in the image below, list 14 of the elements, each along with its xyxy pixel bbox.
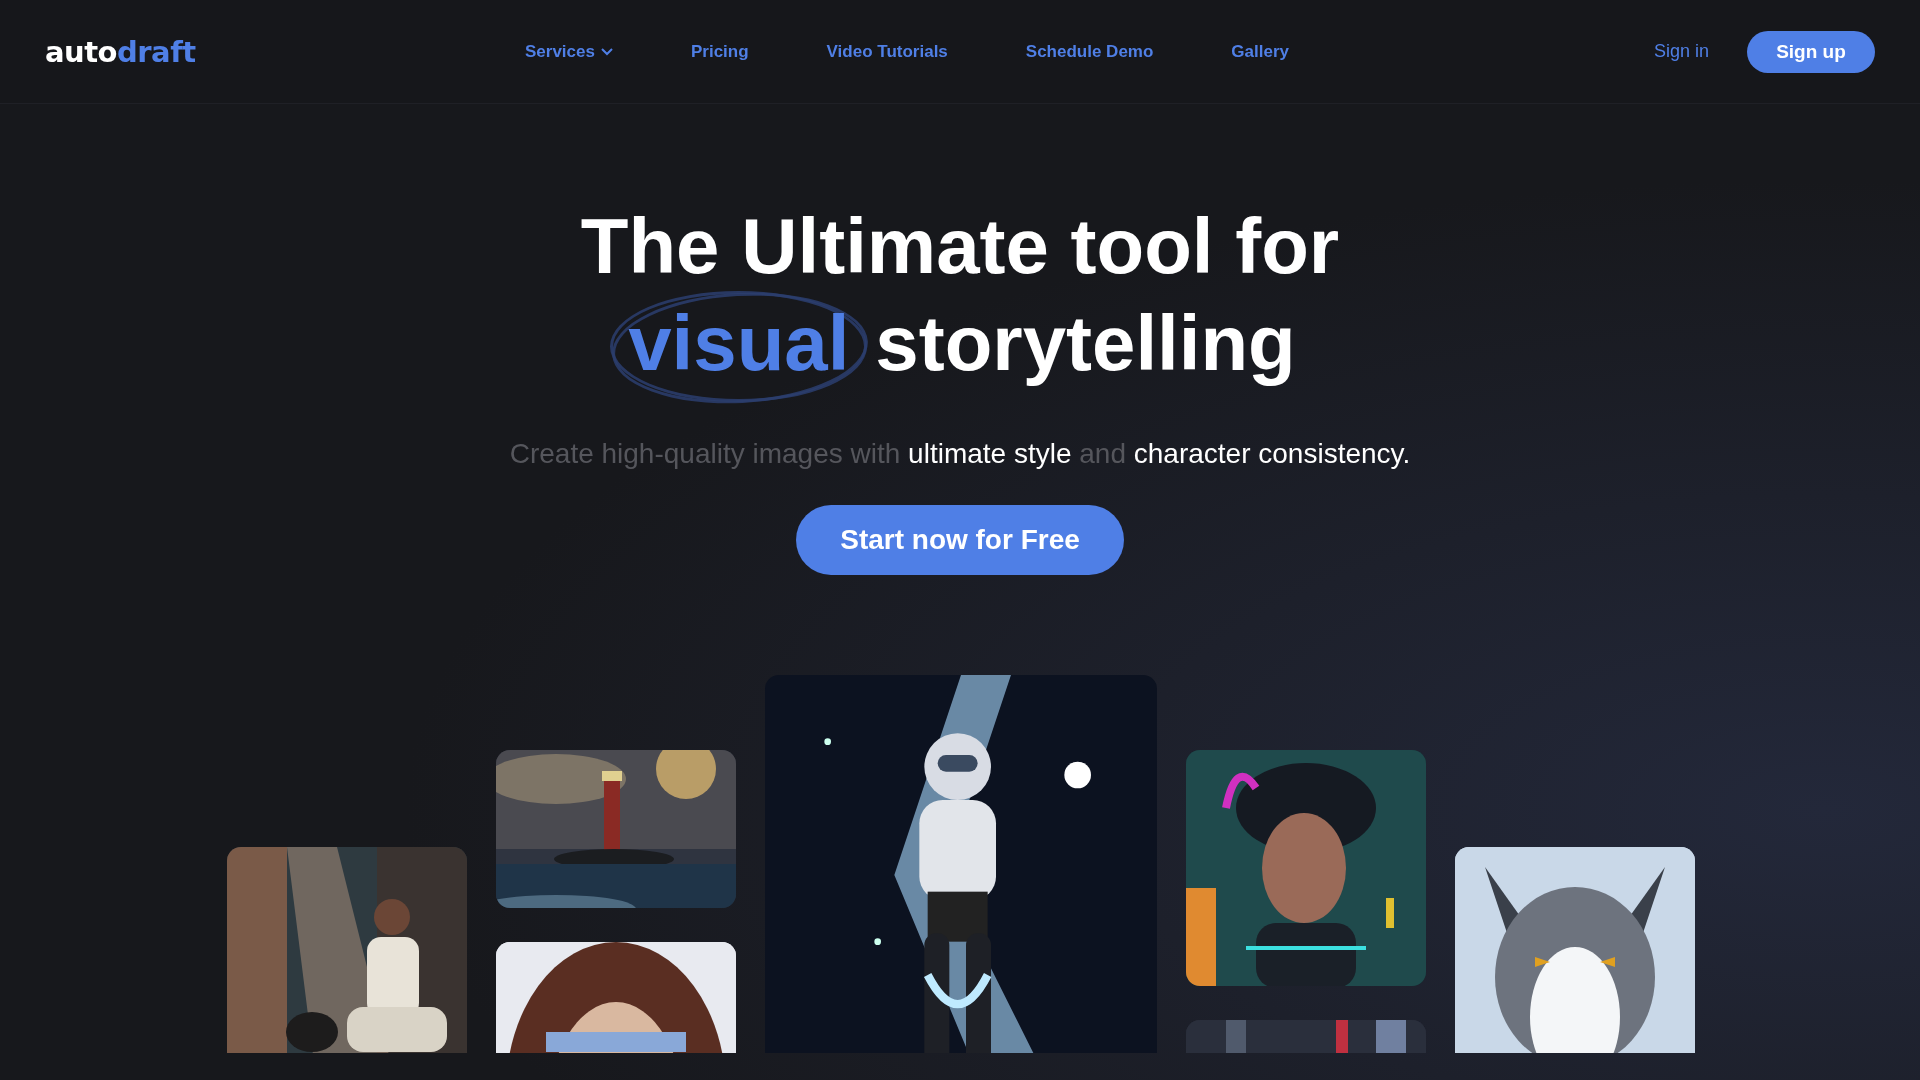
nav-link[interactable]: Pricing: [690, 41, 749, 62]
headline: The Ultimate tool for: [580, 201, 1340, 292]
nav-link[interactable]: Gallery: [1231, 41, 1289, 62]
nav-link[interactable]: Schedule Demo: [1025, 41, 1154, 62]
headline: storytelling: [875, 298, 1296, 389]
start-button[interactable]: Start now for Free: [796, 505, 1124, 575]
nav-link[interactable]: Services: [525, 41, 613, 62]
logo[interactable]: autodraft: [45, 34, 525, 69]
sign-up-button[interactable]: Sign up: [1747, 30, 1875, 73]
sign-in-link[interactable]: Sign in: [1653, 41, 1709, 62]
chevron-down-icon: [600, 47, 613, 56]
subtitle: Create high-quality images with ultimate style and character consistency.: [509, 438, 1411, 470]
headline-highlight: visual: [606, 289, 872, 406]
nav-link[interactable]: Video Tutorials: [826, 41, 948, 62]
